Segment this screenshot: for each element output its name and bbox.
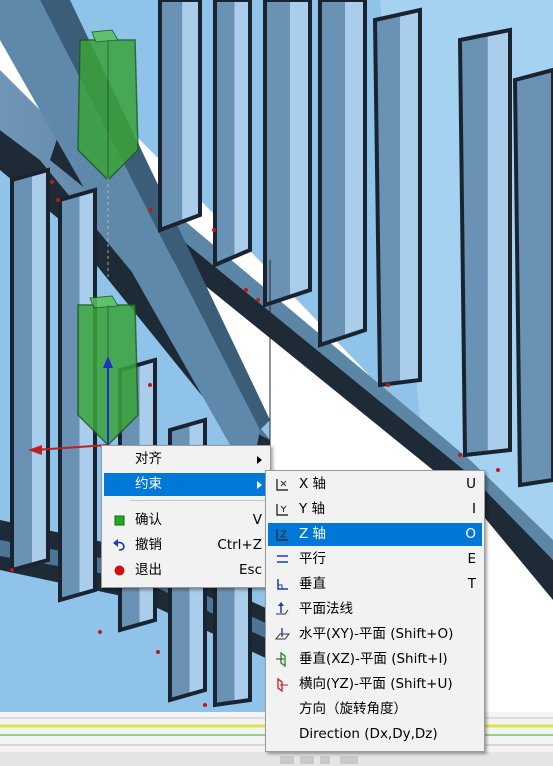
- context-menu: 对齐 约束 确认 V 撤销 Ctrl+Z 退出 Esc: [101, 445, 271, 588]
- submenu-item-y-axis[interactable]: Y 轴 I: [268, 498, 482, 521]
- submenu-item-x-axis[interactable]: X 轴 U: [268, 473, 482, 496]
- menu-item-label: 撤销: [135, 537, 162, 553]
- menu-item-shortcut: U: [466, 476, 476, 492]
- menu-item-label: Direction (Dx,Dy,Dz): [299, 726, 438, 742]
- menu-item-label: Z 轴: [299, 526, 327, 542]
- menu-item-confirm[interactable]: 确认 V: [104, 509, 268, 532]
- submenu-item-yz-plane[interactable]: 横向(YZ)-平面 (Shift+U): [268, 673, 482, 696]
- menu-item-undo[interactable]: 撤销 Ctrl+Z: [104, 534, 268, 557]
- menu-separator: [130, 500, 266, 501]
- submenu-arrow-icon: [257, 481, 262, 489]
- menu-item-label: 约束: [135, 476, 162, 492]
- menu-item-label: Y 轴: [299, 501, 326, 517]
- green-square-icon: [112, 513, 127, 528]
- menu-item-shortcut: V: [252, 512, 262, 528]
- constraint-submenu: X 轴 U Y 轴 I Z 轴 O 平行 E 垂直 T 平面法线 水平(XY)-…: [265, 470, 485, 752]
- menu-item-constraint[interactable]: 约束: [104, 473, 268, 496]
- menu-item-exit[interactable]: 退出 Esc: [104, 559, 268, 582]
- menu-item-label: 方向（旋转角度）: [299, 701, 407, 717]
- menu-item-shortcut: I: [472, 501, 476, 517]
- menu-item-label: 垂直(XZ)-平面 (Shift+I): [299, 651, 448, 667]
- menu-item-shortcut: O: [465, 526, 476, 542]
- submenu-arrow-icon: [257, 456, 262, 464]
- menu-item-label: X 轴: [299, 476, 327, 492]
- submenu-item-direction-vector[interactable]: Direction (Dx,Dy,Dz): [268, 723, 482, 746]
- menu-item-label: 水平(XY)-平面 (Shift+O): [299, 626, 454, 642]
- submenu-item-parallel[interactable]: 平行 E: [268, 548, 482, 571]
- parallel-icon: [275, 552, 290, 567]
- menu-item-label: 垂直: [299, 576, 326, 592]
- menu-item-label: 平行: [299, 551, 326, 567]
- menu-item-shortcut: T: [467, 576, 476, 592]
- menu-item-shortcut: E: [467, 551, 476, 567]
- submenu-item-plane-normal[interactable]: 平面法线: [268, 598, 482, 621]
- xz-plane-icon: [275, 652, 290, 667]
- menu-item-shortcut: Ctrl+Z: [217, 537, 262, 553]
- menu-item-label: 对齐: [135, 451, 162, 467]
- perpendicular-icon: [275, 577, 290, 592]
- z-axis-icon: [275, 527, 290, 542]
- x-axis-icon: [275, 477, 290, 492]
- menu-item-label: 平面法线: [299, 601, 353, 617]
- yz-plane-icon: [275, 677, 290, 692]
- submenu-item-xz-plane[interactable]: 垂直(XZ)-平面 (Shift+I): [268, 648, 482, 671]
- menu-item-label: 退出: [135, 562, 162, 578]
- plane-normal-icon: [275, 602, 290, 617]
- y-axis-icon: [275, 502, 290, 517]
- submenu-item-xy-plane[interactable]: 水平(XY)-平面 (Shift+O): [268, 623, 482, 646]
- menu-item-align[interactable]: 对齐: [104, 448, 268, 471]
- menu-item-label: 确认: [135, 512, 162, 528]
- xy-plane-icon: [275, 627, 290, 642]
- submenu-item-z-axis[interactable]: Z 轴 O: [268, 523, 482, 546]
- submenu-item-direction-rotation[interactable]: 方向（旋转角度）: [268, 698, 482, 721]
- submenu-item-perpendicular[interactable]: 垂直 T: [268, 573, 482, 596]
- menu-item-label: 横向(YZ)-平面 (Shift+U): [299, 676, 453, 692]
- undo-arrow-icon: [112, 538, 127, 553]
- red-circle-icon: [112, 563, 127, 578]
- menu-item-shortcut: Esc: [239, 562, 262, 578]
